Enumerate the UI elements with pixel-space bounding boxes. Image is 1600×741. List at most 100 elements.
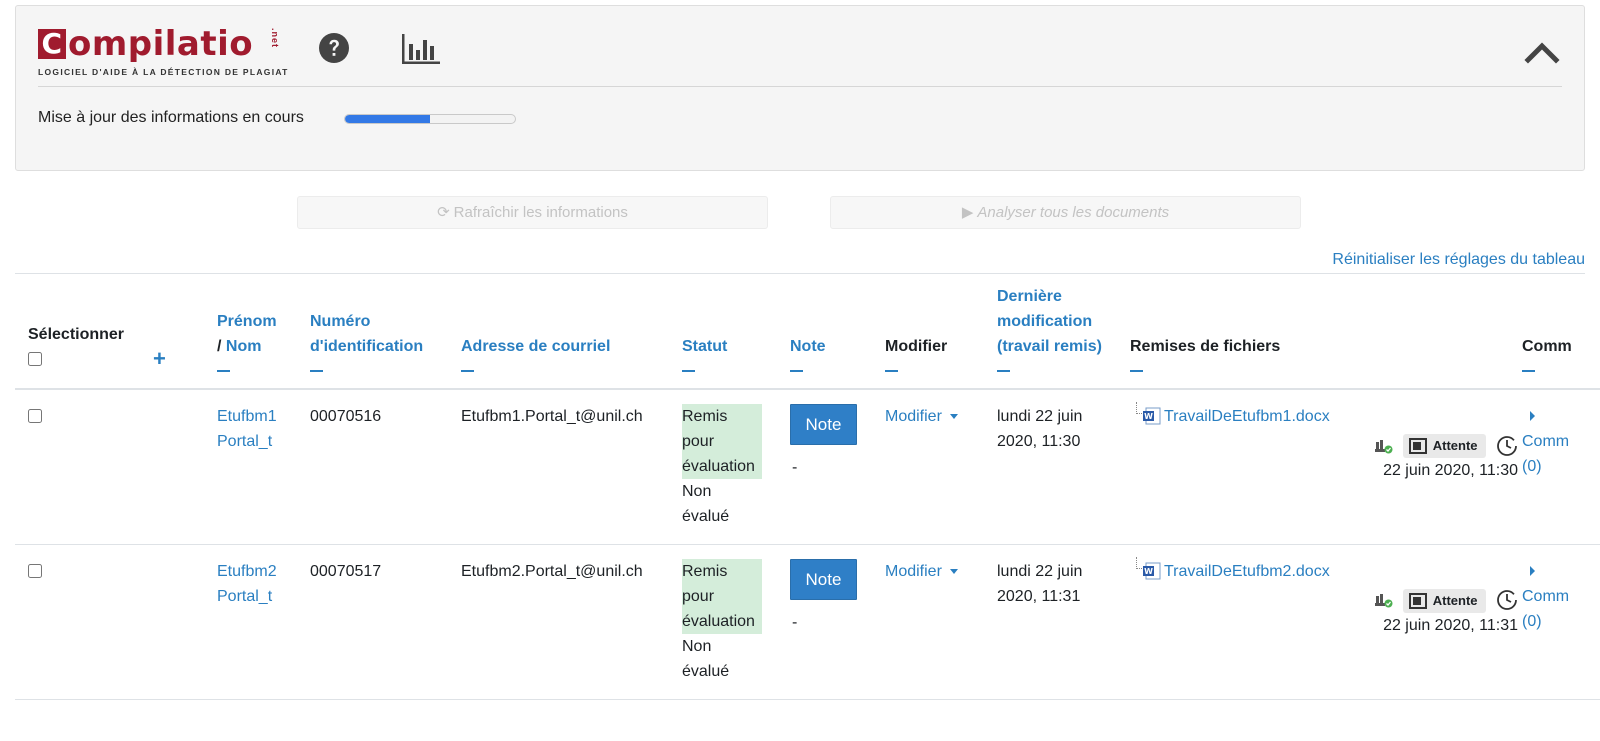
svg-text:W: W: [1144, 567, 1153, 576]
caret-down-icon: [949, 414, 958, 420]
header-edit-label: Modifier: [885, 338, 948, 355]
file-link[interactable]: TravailDeEtufbm1.docx: [1164, 408, 1330, 425]
reset-table-link[interactable]: Réinitialiser les réglages du tableau: [1332, 251, 1585, 269]
sort-email-link[interactable]: Adresse de courriel: [461, 338, 610, 355]
student-last-name-link[interactable]: Portal_t: [217, 433, 272, 450]
analysis-status-badge[interactable]: Attente: [1402, 588, 1486, 613]
caret-right-icon: [1530, 411, 1535, 421]
student-first-name-link[interactable]: Etufbm1: [217, 408, 277, 425]
compilatio-panel: Compilatio .net LOGICIEL D'AIDE À LA DÉT…: [15, 5, 1585, 171]
collapse-column-icon[interactable]: [217, 370, 230, 372]
id-number: 00070516: [310, 408, 382, 425]
analyze-all-button[interactable]: ▶ Analyser tous les documents: [830, 196, 1301, 229]
logo-text: ompilatio: [68, 24, 254, 64]
analysis-frame-icon: [1408, 438, 1427, 454]
word-document-icon: W: [1143, 407, 1161, 425]
play-circle-icon: ▶: [961, 204, 974, 221]
comments-count: (0): [1522, 612, 1542, 630]
student-last-name-link[interactable]: Portal_t: [217, 588, 272, 605]
chevron-up-icon[interactable]: [1524, 40, 1560, 64]
compilatio-indexed-icon: [1375, 594, 1393, 608]
header-comments-label: Comm: [1522, 338, 1572, 355]
email: Etufbm2.Portal_t@unil.ch: [461, 562, 643, 580]
header-last-modified: Dernière modification (travail remis): [997, 274, 1130, 389]
progress-bar: [344, 114, 516, 124]
status-submitted: Remis pour évaluation: [682, 404, 762, 479]
logo-tagline: LOGICIEL D'AIDE À LA DÉTECTION DE PLAGIA…: [38, 67, 289, 77]
grading-table: Sélectionner + Prénom / Nom Numéro d'ide…: [15, 274, 1600, 700]
table-row: Etufbm2 Portal_t 00070517 Etufbm2.Portal…: [15, 544, 1600, 699]
file-link[interactable]: TravailDeEtufbm2.docx: [1164, 563, 1330, 580]
header-edit: Modifier: [885, 274, 997, 389]
file-entry: W TravailDeEtufbm1.docx: [1130, 402, 1522, 429]
refresh-icon: ⟳: [437, 204, 450, 221]
sort-grade-link[interactable]: Note: [790, 338, 826, 355]
header-comments: Comm: [1522, 274, 1600, 389]
collapse-column-icon[interactable]: [790, 370, 803, 372]
grade-button[interactable]: Note: [790, 558, 857, 600]
status-grading: Non évalué: [682, 637, 730, 680]
edit-dropdown-label: Modifier: [885, 562, 942, 580]
grade-value: -: [792, 459, 798, 476]
select-all-checkbox[interactable]: [28, 352, 42, 366]
collapse-column-icon[interactable]: [461, 370, 474, 372]
header-select-label: Sélectionner: [28, 326, 125, 343]
file-entry: W TravailDeEtufbm2.docx: [1130, 556, 1522, 584]
header-status: Statut: [682, 274, 790, 389]
analysis-status-label: Attente: [1432, 438, 1478, 453]
bar-chart-icon[interactable]: [400, 32, 442, 66]
caret-down-icon: [949, 568, 958, 574]
sort-id-number-link[interactable]: Numéro d'identification: [310, 313, 423, 355]
help-icon[interactable]: [318, 32, 350, 64]
refresh-button[interactable]: ⟳ Rafraîchir les informations: [297, 196, 768, 229]
collapse-column-icon[interactable]: [682, 370, 695, 372]
comments-label: Comm: [1522, 433, 1570, 450]
header-select: Sélectionner: [15, 274, 153, 389]
collapse-column-icon[interactable]: [1130, 370, 1143, 372]
comments-toggle[interactable]: Comm (0): [1522, 563, 1569, 630]
collapse-column-icon[interactable]: [1522, 370, 1535, 372]
header-email: Adresse de courriel: [461, 274, 682, 389]
table-row: Etufbm1 Portal_t 00070516 Etufbm1.Portal…: [15, 389, 1600, 544]
table-header-row: Sélectionner + Prénom / Nom Numéro d'ide…: [15, 274, 1600, 389]
logo-net: .net: [270, 28, 280, 49]
compilatio-analysis: Attente: [1130, 433, 1522, 458]
sort-first-name-link[interactable]: Prénom: [217, 313, 277, 330]
grade-value: -: [792, 613, 798, 631]
collapse-column-icon[interactable]: [885, 370, 898, 372]
row-select-checkbox[interactable]: [28, 563, 42, 578]
comments-label: Comm: [1522, 587, 1570, 605]
clock-icon: [1497, 435, 1517, 456]
compilatio-analysis: Attente: [1130, 588, 1522, 613]
svg-text:W: W: [1144, 412, 1153, 421]
clock-icon: [1497, 590, 1517, 611]
status-submitted: Remis pour évaluation: [682, 558, 762, 634]
panel-divider: [38, 86, 1562, 87]
analysis-date: 22 juin 2020, 11:31: [1383, 616, 1518, 634]
header-file-submissions: Remises de fichiers: [1130, 274, 1522, 389]
logo-wordmark: Compilatio: [38, 26, 253, 62]
progress-label: Mise à jour des informations en cours: [38, 109, 304, 126]
edit-dropdown[interactable]: Modifier: [885, 563, 958, 580]
collapse-column-icon[interactable]: [997, 370, 1010, 372]
sort-last-name-link[interactable]: Nom: [226, 338, 262, 355]
email: Etufbm1.Portal_t@unil.ch: [461, 408, 643, 425]
sort-status-link[interactable]: Statut: [682, 338, 727, 355]
analysis-frame-icon: [1408, 592, 1427, 609]
compilatio-indexed-icon: [1375, 439, 1393, 454]
last-modified: lundi 22 juin 2020, 11:30: [997, 408, 1083, 450]
comments-toggle[interactable]: Comm (0): [1522, 408, 1569, 475]
analyze-button-label: Analyser tous les documents: [977, 204, 1170, 221]
row-select-checkbox[interactable]: [28, 409, 42, 423]
comments-count: (0): [1522, 458, 1542, 475]
student-first-name-link[interactable]: Etufbm2: [217, 563, 277, 580]
grade-button[interactable]: Note: [790, 404, 857, 445]
analysis-status-badge[interactable]: Attente: [1402, 434, 1486, 458]
edit-dropdown[interactable]: Modifier: [885, 408, 958, 425]
progress-fill: [345, 115, 430, 123]
sort-last-modified-link[interactable]: Dernière modification (travail remis): [997, 288, 1102, 355]
collapse-column-icon[interactable]: [310, 370, 323, 372]
refresh-button-label: Rafraîchir les informations: [453, 204, 628, 221]
header-id-number: Numéro d'identification: [310, 274, 461, 389]
plus-icon[interactable]: +: [153, 346, 166, 371]
